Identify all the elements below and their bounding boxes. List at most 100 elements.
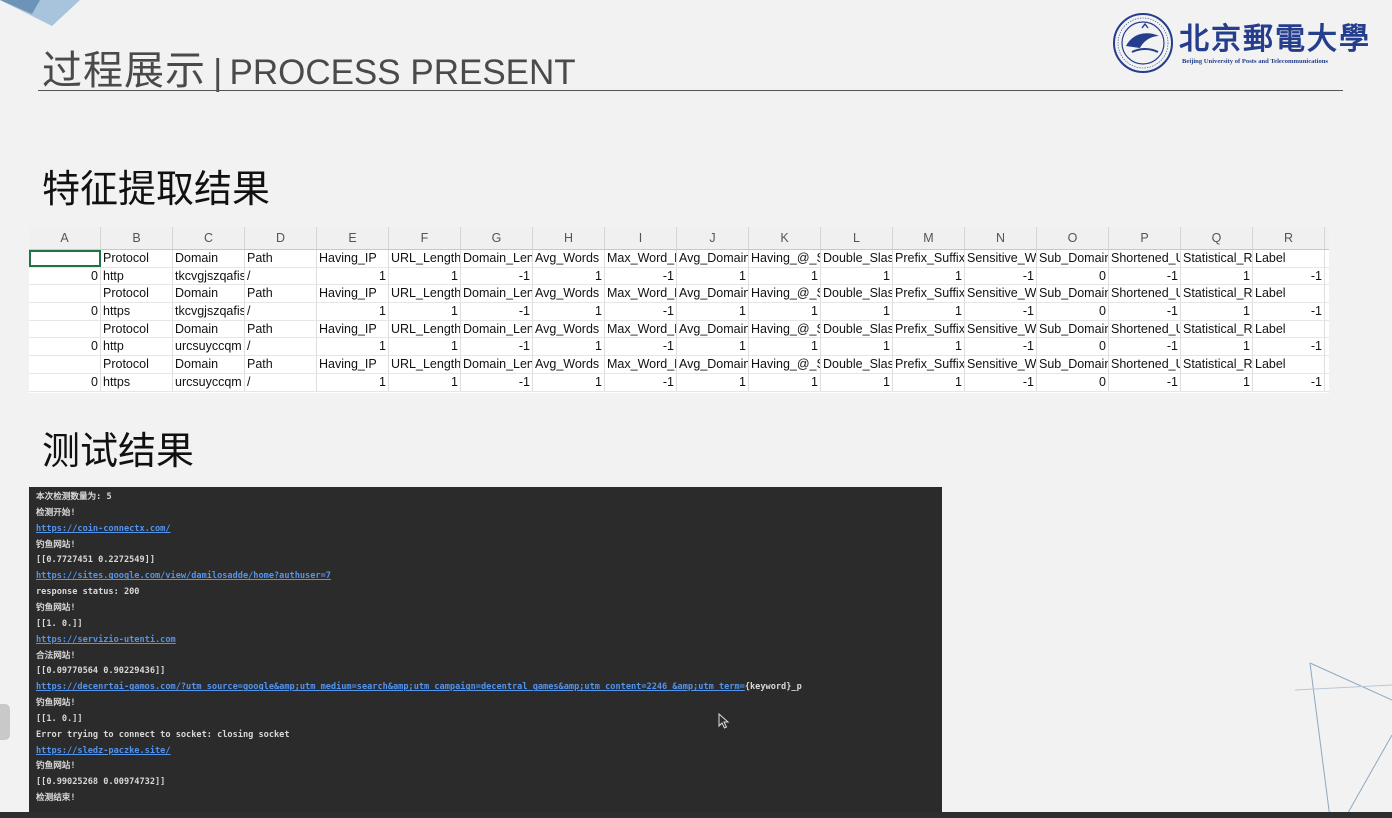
table-cell[interactable]: -1 (1109, 373, 1181, 391)
table-cell[interactable]: 1 (317, 303, 389, 320)
table-cell[interactable]: 1 (389, 303, 461, 320)
table-cell[interactable]: 1 (389, 373, 461, 391)
table-cell[interactable]: -1 (1109, 338, 1181, 356)
console-link-line[interactable]: https://servizio-utenti.com (36, 633, 176, 647)
table-cell[interactable]: 1 (317, 267, 389, 285)
table-cell[interactable]: 1 (317, 373, 389, 391)
column-header-n[interactable]: N (965, 227, 1037, 249)
table-cell[interactable]: Having_@_S (749, 250, 821, 267)
table-cell[interactable]: Domain (173, 285, 245, 303)
table-cell[interactable]: Max_Word_L (605, 320, 677, 338)
table-cell[interactable]: 1 (677, 373, 749, 391)
table-cell[interactable]: Domain_Len (461, 285, 533, 303)
table-cell[interactable]: Label (1253, 285, 1325, 303)
table-cell[interactable]: 1 (389, 338, 461, 356)
column-header-c[interactable]: C (173, 227, 245, 249)
table-cell[interactable]: Having_@_S (749, 356, 821, 373)
table-cell[interactable]: -1 (605, 373, 677, 391)
table-cell[interactable]: Double_Slas (821, 320, 893, 338)
table-cell[interactable]: 1 (821, 338, 893, 356)
column-header-r[interactable]: R (1253, 227, 1325, 249)
table-cell[interactable]: Sensitive_W (965, 320, 1037, 338)
table-cell[interactable]: 1 (749, 267, 821, 285)
table-cell[interactable]: 1 (533, 373, 605, 391)
table-cell[interactable]: 1 (677, 303, 749, 320)
table-cell[interactable]: Max_Word_L (605, 356, 677, 373)
table-cell[interactable]: Path (245, 356, 317, 373)
table-cell[interactable]: Protocol (101, 250, 173, 267)
table-cell[interactable]: Sub_Domain (1037, 250, 1109, 267)
table-cell[interactable]: 1 (749, 373, 821, 391)
table-cell[interactable]: 1 (1181, 303, 1253, 320)
table-cell[interactable]: 1 (893, 303, 965, 320)
table-cell[interactable]: Having_@_S (749, 285, 821, 303)
table-cell[interactable]: -1 (1109, 267, 1181, 285)
column-header-m[interactable]: M (893, 227, 965, 249)
table-cell[interactable]: -1 (965, 338, 1037, 356)
table-cell[interactable]: Sensitive_W (965, 356, 1037, 373)
table-cell[interactable]: -1 (965, 303, 1037, 320)
column-header-f[interactable]: F (389, 227, 461, 249)
table-cell[interactable]: Having_IP (317, 285, 389, 303)
table-cell[interactable]: Protocol (101, 285, 173, 303)
table-cell[interactable]: -1 (461, 338, 533, 356)
table-cell[interactable]: -1 (1253, 338, 1325, 356)
table-cell[interactable]: 0 (29, 267, 101, 285)
table-cell[interactable]: Protocol (101, 356, 173, 373)
table-cell[interactable]: Max_Word_L (605, 250, 677, 267)
column-header-g[interactable]: G (461, 227, 533, 249)
table-cell[interactable]: -1 (461, 303, 533, 320)
console-link-line[interactable]: https://sites.google.com/view/damilosadd… (36, 569, 331, 583)
table-cell[interactable]: -1 (965, 267, 1037, 285)
table-cell[interactable]: -1 (605, 303, 677, 320)
column-header-b[interactable]: B (101, 227, 173, 249)
table-cell[interactable]: Avg_Words (533, 320, 605, 338)
table-cell[interactable]: -1 (605, 338, 677, 356)
table-cell[interactable] (29, 285, 101, 303)
column-header-q[interactable]: Q (1181, 227, 1253, 249)
table-cell[interactable]: -1 (965, 373, 1037, 391)
table-cell[interactable]: urcsuyccqm (173, 373, 245, 391)
table-cell[interactable]: 1 (533, 267, 605, 285)
table-cell[interactable]: Avg_Domain (677, 285, 749, 303)
table-cell[interactable]: 1 (893, 373, 965, 391)
table-cell[interactable]: URL_Length (389, 285, 461, 303)
console-link-line[interactable]: https://sledz-paczke.site/ (36, 744, 171, 758)
table-cell[interactable]: Avg_Domain (677, 320, 749, 338)
table-cell[interactable]: Double_Slas (821, 250, 893, 267)
table-cell[interactable]: https (101, 373, 173, 391)
table-cell[interactable]: Avg_Domain (677, 356, 749, 373)
table-cell[interactable]: Prefix_Suffix (893, 250, 965, 267)
table-cell[interactable]: URL_Length (389, 250, 461, 267)
console-url-link[interactable]: https://decenrtai-gamos.com/?utm_source=… (36, 682, 745, 692)
side-panel-tab[interactable] (0, 704, 10, 740)
table-cell[interactable]: 1 (317, 338, 389, 356)
table-cell[interactable]: Statistical_R (1181, 320, 1253, 338)
table-cell[interactable]: -1 (461, 267, 533, 285)
table-cell[interactable]: Sensitive_W (965, 250, 1037, 267)
table-cell[interactable]: Prefix_Suffix (893, 285, 965, 303)
table-cell[interactable]: 0 (29, 338, 101, 356)
table-cell[interactable]: Statistical_R (1181, 356, 1253, 373)
console-url-link[interactable]: https://coin-connectx.com/ (36, 524, 171, 534)
table-cell[interactable]: Protocol (101, 320, 173, 338)
table-cell[interactable]: Label (1253, 356, 1325, 373)
table-cell[interactable]: Shortened_U (1109, 250, 1181, 267)
table-cell[interactable]: 1 (893, 267, 965, 285)
table-cell[interactable]: Domain_Len (461, 320, 533, 338)
table-cell[interactable]: 1 (821, 373, 893, 391)
table-cell[interactable]: 1 (749, 338, 821, 356)
table-cell[interactable]: 1 (389, 267, 461, 285)
table-cell[interactable]: Having_IP (317, 356, 389, 373)
console-output[interactable]: 本次检测数量为: 5 检测开始! https://coin-connectx.com… (29, 487, 942, 813)
table-cell[interactable]: Avg_Domain (677, 250, 749, 267)
column-header-i[interactable]: I (605, 227, 677, 249)
table-cell[interactable]: Domain_Len (461, 356, 533, 373)
table-cell[interactable]: Prefix_Suffix (893, 320, 965, 338)
table-cell[interactable]: 1 (749, 303, 821, 320)
table-cell[interactable]: Prefix_Suffix (893, 356, 965, 373)
table-cell[interactable]: URL_Length (389, 320, 461, 338)
table-cell[interactable]: URL_Length (389, 356, 461, 373)
table-cell[interactable]: Domain (173, 356, 245, 373)
table-cell[interactable]: 0 (1037, 338, 1109, 356)
